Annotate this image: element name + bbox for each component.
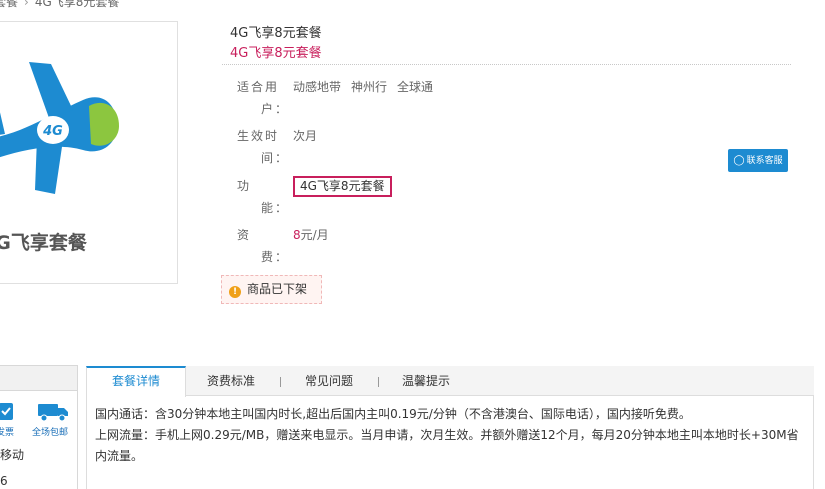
invoice-icon <box>0 403 13 420</box>
attr-label-suitable-users-line1: 适合用 <box>237 80 280 94</box>
logo-badge-text: 4G <box>42 124 63 139</box>
user-tag: 神州行 <box>351 80 388 94</box>
detail-content: 国内通话：含30分钟本地主叫国内时长,超出后国内主叫0.19元/分钟（不含港澳台… <box>86 396 814 489</box>
product-image-caption: 4G飞享套餐 <box>0 232 87 254</box>
attr-label-function-line1: 功 <box>237 179 252 193</box>
product-title: 4G飞享8元套餐 <box>230 26 322 41</box>
function-option-selected[interactable]: 4G飞享8元套餐 <box>293 176 392 197</box>
user-tag: 动感地带 <box>293 80 342 94</box>
attr-label-effective-time-line1: 生效时 <box>237 129 280 143</box>
service-label-invoice[interactable]: 发票 <box>0 425 14 438</box>
airplane-icon: 4G <box>0 62 119 194</box>
detail-line-data: 上网流量：手机上网0.29元/MB，赠送来电显示。当月申请，次月生效。并额外赠送… <box>95 428 799 463</box>
side-panel-text: 6 <box>0 474 8 488</box>
attr-label-fee-line1: 资 <box>237 228 252 242</box>
warning-icon: ! <box>229 286 241 298</box>
attr-label-suitable-users-line2: 户： <box>261 102 290 116</box>
attr-value-effective-time: 次月 <box>293 129 318 143</box>
tab-separator <box>378 377 379 387</box>
fee-amount: 8 <box>293 228 301 242</box>
fee-unit: 元/月 <box>300 228 329 242</box>
attr-value-suitable-users: 动感地带 神州行 全球通 <box>293 76 443 98</box>
off-shelf-notice: ! 商品已下架 <box>221 275 322 304</box>
attr-label-function: 功 能： <box>237 175 290 219</box>
product-image: 4G 4G飞享套餐 <box>0 21 178 284</box>
breadcrumb-separator: › <box>24 0 29 9</box>
user-tag: 全球通 <box>397 80 434 94</box>
attr-label-effective-time: 生效时 间： <box>237 125 290 169</box>
dotted-divider <box>222 64 791 65</box>
tab-package-details[interactable]: 套餐详情 <box>86 366 186 397</box>
tab-tips[interactable]: 温馨提示 <box>402 366 450 396</box>
customer-service-label: 联系客服 <box>746 156 783 166</box>
side-panel-text: 移动 <box>0 448 25 462</box>
service-label-free-shipping[interactable]: 全场包邮 <box>32 425 68 438</box>
attr-label-fee-line2: 费： <box>261 250 290 264</box>
off-shelf-text: 商品已下架 <box>247 282 308 296</box>
breadcrumb-item-category[interactable]: 套餐 <box>0 0 18 9</box>
detail-line-call: 国内通话：含30分钟本地主叫国内时长,超出后国内主叫0.19元/分钟（不含港澳台… <box>95 407 691 421</box>
breadcrumb-item-current: 4G飞享8元套餐 <box>34 0 120 9</box>
detail-tab-bar: 套餐详情 资费标准 常见问题 温馨提示 <box>86 366 814 397</box>
attr-label-function-line2: 能： <box>261 201 290 215</box>
side-panel-header <box>0 366 77 391</box>
breadcrumb: 套餐 › 4G飞享8元套餐 <box>0 0 119 10</box>
tab-separator <box>280 377 281 387</box>
product-subtitle: 4G飞享8元套餐 <box>230 46 322 61</box>
tab-faq[interactable]: 常见问题 <box>305 366 353 396</box>
customer-service-button[interactable]: ◯ 联系客服 <box>728 149 788 172</box>
attr-label-effective-time-line2: 间： <box>261 151 290 165</box>
attr-label-suitable-users: 适合用 户： <box>237 76 290 120</box>
truck-icon <box>38 404 68 422</box>
attr-value-fee: 8元/月 <box>293 224 329 246</box>
headset-icon: ◯ <box>733 155 745 166</box>
tab-fee-standard[interactable]: 资费标准 <box>207 366 255 396</box>
side-service-panel: 发票 全场包邮 移动 6 <box>0 365 78 489</box>
attr-label-fee: 资 费： <box>237 224 290 268</box>
